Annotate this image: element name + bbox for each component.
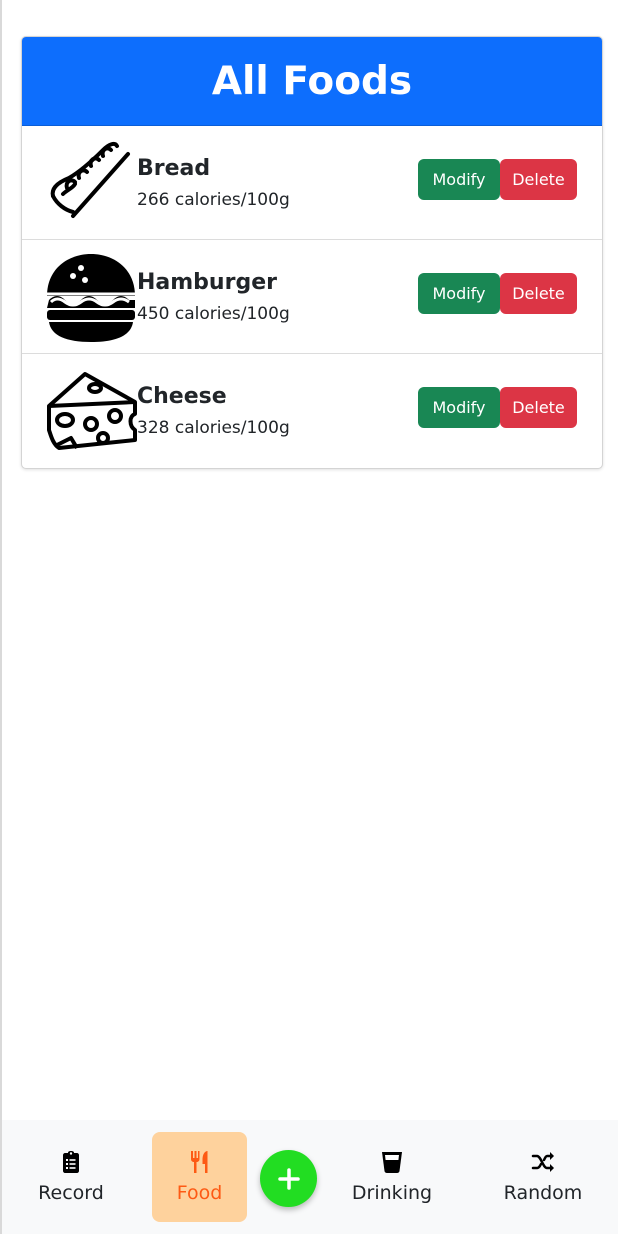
nav-item-food[interactable]: Food	[152, 1132, 247, 1222]
page-title: All Foods	[22, 37, 602, 126]
list-item: Hamburger 450 calories/100g Modify Delet…	[22, 240, 602, 354]
food-name: Cheese	[137, 384, 227, 409]
modify-button[interactable]: Modify	[418, 273, 500, 314]
list-item: Cheese 328 calories/100g Modify Delete	[22, 354, 602, 468]
food-calories: 266 calories/100g	[137, 190, 290, 210]
delete-button[interactable]: Delete	[500, 387, 577, 428]
glass-icon	[382, 1152, 402, 1173]
food-name: Hamburger	[137, 270, 277, 295]
cheese-icon	[47, 372, 137, 450]
plus-icon	[277, 1167, 300, 1190]
bread-icon	[50, 141, 130, 218]
bottom-nav: Record Food Drinking Random	[2, 1120, 618, 1234]
add-food-button[interactable]	[260, 1150, 317, 1207]
food-calories: 328 calories/100g	[137, 418, 290, 438]
utensils-icon	[190, 1151, 207, 1173]
delete-button[interactable]: Delete	[500, 273, 577, 314]
nav-item-record[interactable]: Record	[23, 1132, 119, 1222]
list-item: Bread 266 calories/100g Modify Delete	[22, 126, 602, 240]
modify-button[interactable]: Modify	[418, 159, 500, 200]
nav-item-random[interactable]: Random	[492, 1132, 594, 1222]
delete-button[interactable]: Delete	[500, 159, 577, 200]
hamburger-icon	[47, 254, 135, 342]
foods-card: All Foods Bread 266 calories/100g Modify…	[21, 36, 603, 469]
food-calories: 450 calories/100g	[137, 304, 290, 324]
modify-button[interactable]: Modify	[418, 387, 500, 428]
nav-item-drinking[interactable]: Drinking	[337, 1132, 447, 1222]
nav-label: Drinking	[351, 1182, 433, 1204]
clipboard-icon	[63, 1151, 79, 1173]
nav-label: Random	[503, 1182, 583, 1204]
nav-label: Record	[38, 1182, 104, 1204]
shuffle-icon	[531, 1152, 554, 1172]
food-name: Bread	[137, 156, 211, 181]
nav-label: Food	[176, 1182, 223, 1204]
